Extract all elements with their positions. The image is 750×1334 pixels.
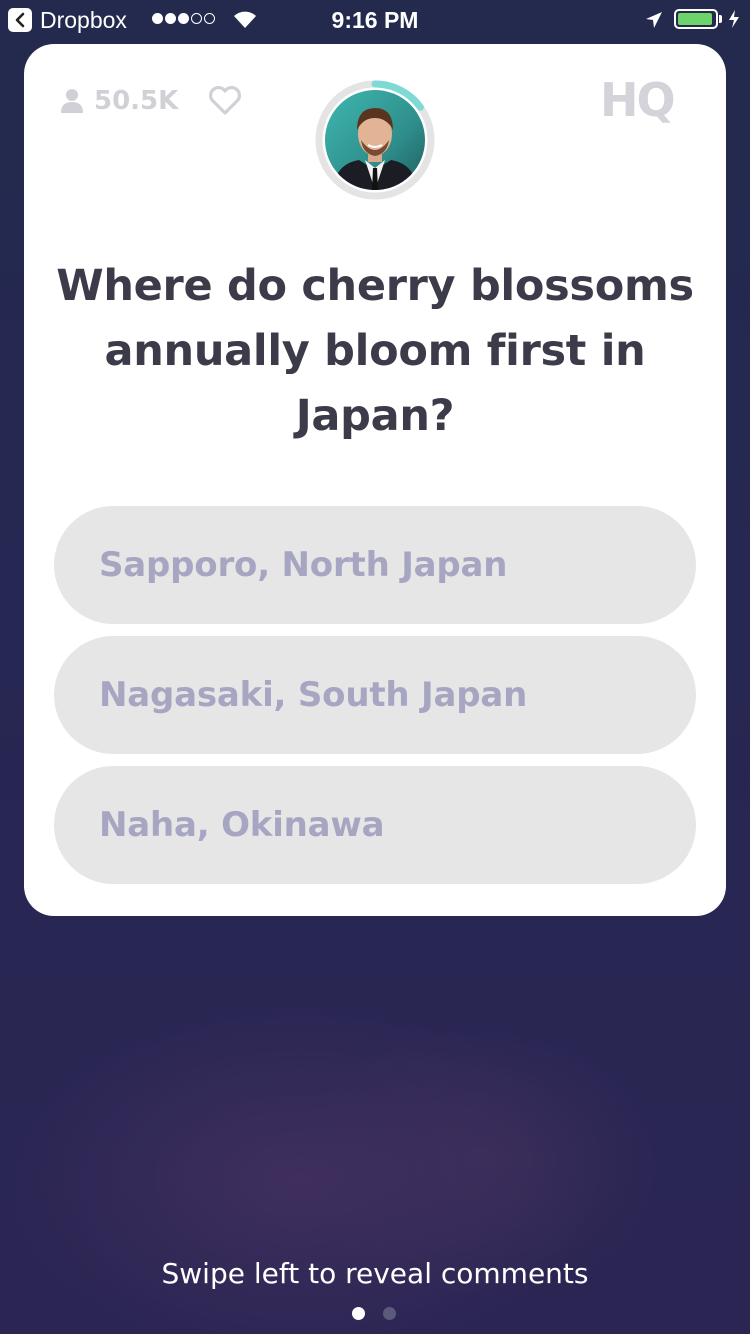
answer-list: Sapporo, North Japan Nagasaki, South Jap… [54,506,696,896]
answer-label: Naha, Okinawa [99,805,385,845]
host-avatar [325,90,425,190]
swipe-hint: Swipe left to reveal comments [161,1257,589,1290]
battery-level [678,13,713,25]
page-indicator[interactable] [352,1307,396,1320]
page-dot-1[interactable] [352,1307,365,1320]
location-arrow-icon [646,12,662,28]
answer-label: Nagasaki, South Japan [99,675,528,715]
charging-bolt-icon [729,10,739,28]
heart-icon[interactable] [208,86,242,116]
battery-icon [674,9,718,29]
answer-option-2[interactable]: Nagasaki, South Japan [54,636,696,754]
page-dot-2[interactable] [383,1307,396,1320]
question-card: 50.5K HQ Where do cherry blossoms annual… [24,44,726,916]
answer-option-1[interactable]: Sapporo, North Japan [54,506,696,624]
viewer-count-value: 50.5K [94,86,179,116]
answer-label: Sapporo, North Japan [99,545,508,585]
host-timer [315,80,435,200]
clock: 9:16 PM [331,7,419,33]
hq-logo: HQ [600,73,676,127]
host-portrait-icon [333,108,417,190]
question-text: Where do cherry blossoms annually bloom … [56,261,694,441]
user-icon [61,89,83,113]
battery-tip [719,15,722,23]
status-bar: Dropbox 9:16 PM [0,0,750,40]
answer-option-3[interactable]: Naha, Okinawa [54,766,696,884]
viewer-count: 50.5K [60,84,178,118]
